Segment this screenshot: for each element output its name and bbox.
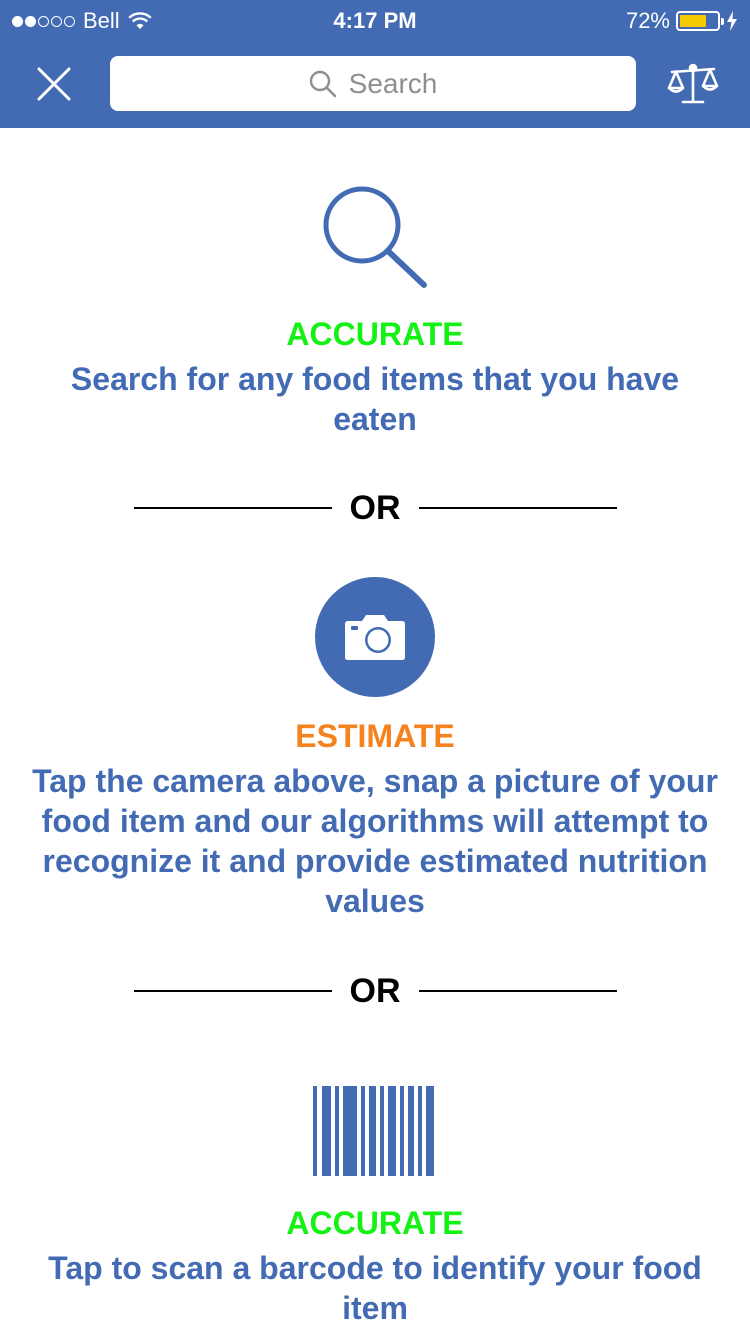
camera-button[interactable] bbox=[315, 577, 435, 697]
or-divider: OR bbox=[0, 488, 750, 528]
accuracy-badge: ACCURATE bbox=[286, 316, 464, 352]
camera-option[interactable]: ESTIMATE Tap the camera above, snap a pi… bbox=[0, 718, 750, 921]
camera-description: Tap the camera above, snap a picture of … bbox=[32, 763, 718, 919]
or-divider: OR bbox=[0, 971, 750, 1011]
divider-line bbox=[418, 990, 617, 992]
status-bar: Bell 4:17 PM 72% bbox=[0, 0, 750, 40]
close-icon bbox=[37, 67, 71, 101]
battery-icon bbox=[676, 11, 724, 31]
balance-scale-icon bbox=[667, 63, 719, 104]
status-right: 72% bbox=[626, 8, 738, 34]
search-option[interactable]: ACCURATE Search for any food items that … bbox=[0, 316, 750, 439]
barcode-icon[interactable] bbox=[313, 1086, 438, 1176]
estimate-badge: ESTIMATE bbox=[295, 718, 455, 754]
magnifier-icon[interactable] bbox=[320, 183, 430, 293]
scale-button[interactable] bbox=[664, 60, 722, 108]
battery-percent: 72% bbox=[625, 8, 670, 33]
barcode-option[interactable]: ACCURATE Tap to scan a barcode to identi… bbox=[0, 1205, 750, 1328]
search-icon bbox=[309, 70, 336, 97]
divider-line bbox=[133, 507, 332, 509]
search-input[interactable]: Search bbox=[110, 56, 636, 111]
search-placeholder: Search bbox=[348, 67, 438, 99]
accuracy-badge: ACCURATE bbox=[286, 1205, 464, 1241]
or-label: OR bbox=[349, 971, 401, 1010]
app-header: Bell 4:17 PM 72% Search bbox=[0, 0, 750, 128]
charging-bolt-icon bbox=[727, 11, 737, 31]
close-button[interactable] bbox=[30, 60, 78, 108]
or-label: OR bbox=[349, 488, 401, 527]
camera-icon bbox=[345, 615, 405, 660]
divider-line bbox=[418, 507, 617, 509]
search-description: Search for any food items that you have … bbox=[70, 361, 680, 437]
barcode-description: Tap to scan a barcode to identify your f… bbox=[48, 1250, 702, 1326]
divider-line bbox=[133, 990, 332, 992]
